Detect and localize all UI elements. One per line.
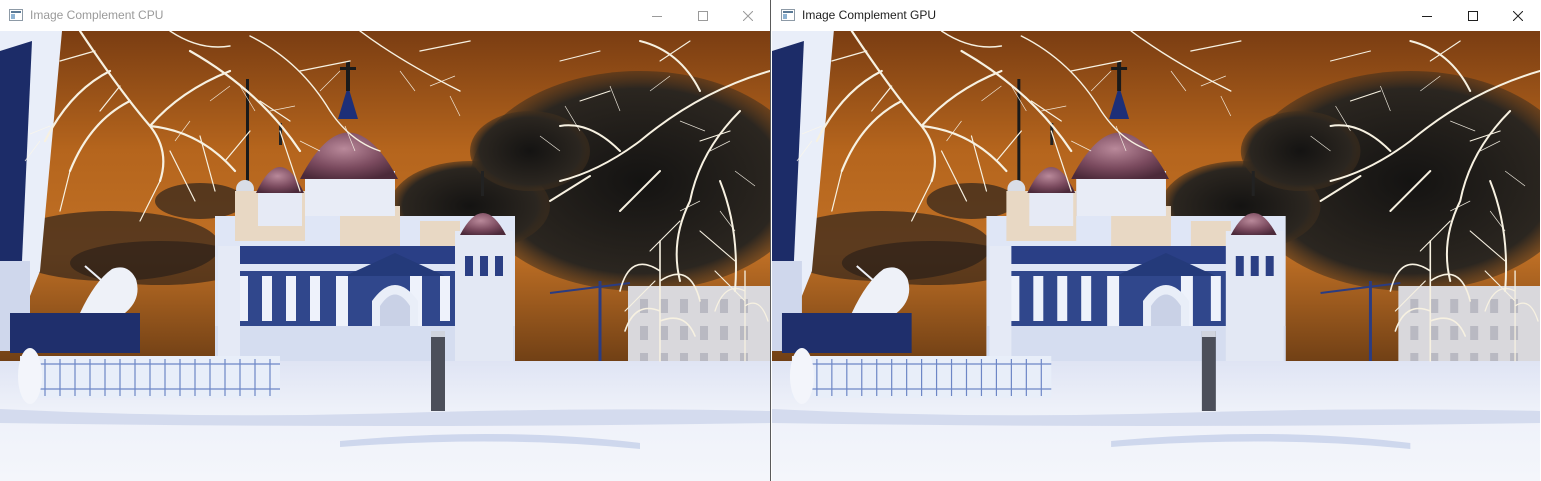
title-bar[interactable]: Image Complement CPU bbox=[0, 0, 770, 31]
image-display-area bbox=[772, 31, 1541, 481]
app-window-icon bbox=[9, 9, 23, 21]
minimize-button[interactable] bbox=[634, 0, 680, 31]
inverted-cathedral-image bbox=[0, 31, 770, 481]
maximize-button[interactable] bbox=[680, 0, 726, 31]
minimize-icon bbox=[1422, 15, 1432, 17]
maximize-icon bbox=[1468, 10, 1478, 21]
window-image-complement-cpu[interactable]: Image Complement CPU bbox=[0, 0, 771, 481]
close-button[interactable] bbox=[1495, 0, 1541, 31]
window-title: Image Complement GPU bbox=[802, 8, 937, 22]
window-image-complement-gpu[interactable]: Image Complement GPU bbox=[772, 0, 1541, 481]
image-display-area bbox=[0, 31, 770, 481]
close-icon bbox=[743, 10, 753, 21]
close-button[interactable] bbox=[725, 0, 770, 31]
maximize-button[interactable] bbox=[1450, 0, 1496, 31]
close-icon bbox=[1513, 10, 1523, 21]
title-bar[interactable]: Image Complement GPU bbox=[772, 0, 1541, 31]
window-title: Image Complement CPU bbox=[30, 8, 164, 22]
app-window-icon bbox=[781, 9, 795, 21]
minimize-button[interactable] bbox=[1404, 0, 1450, 31]
inverted-cathedral-image bbox=[772, 31, 1540, 481]
minimize-icon bbox=[652, 15, 662, 17]
maximize-icon bbox=[698, 10, 708, 21]
